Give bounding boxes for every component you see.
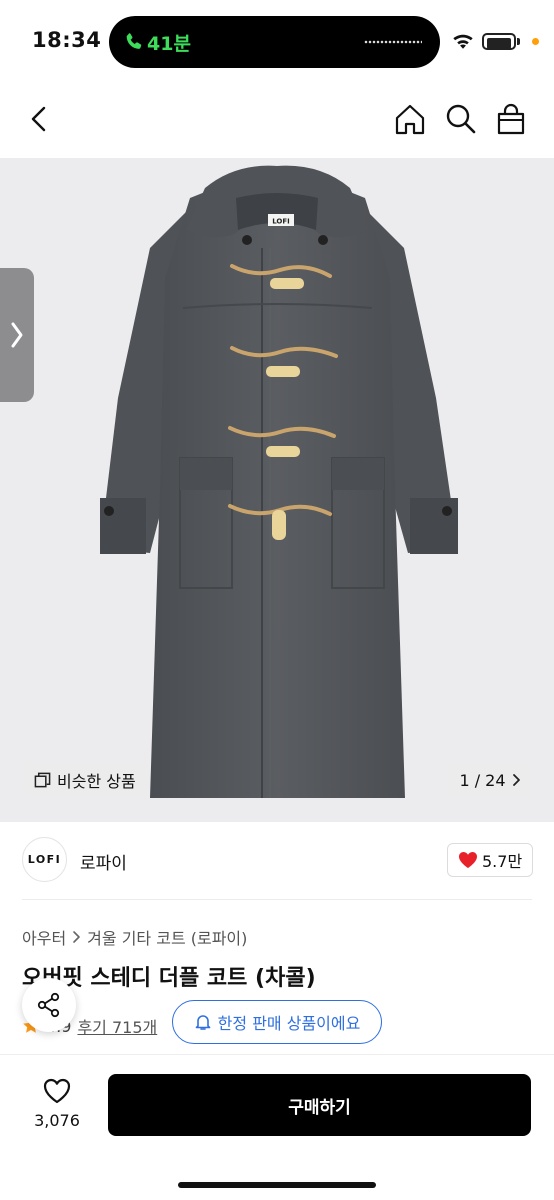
side-panel-tab[interactable]	[0, 268, 34, 402]
chevron-right-icon	[11, 322, 23, 348]
shopping-bag-icon[interactable]	[494, 102, 528, 136]
chevron-right-icon	[512, 774, 520, 786]
chevron-left-icon[interactable]	[22, 102, 56, 136]
home-icon[interactable]	[393, 102, 427, 136]
audio-wave-indicator	[364, 40, 422, 44]
similar-products-button[interactable]: 비슷한 상품	[24, 763, 148, 797]
bell-icon	[195, 1015, 210, 1030]
product-image-gallery[interactable]: LOFI 비슷한 상품 1 / 24	[0, 158, 554, 822]
buy-button[interactable]: 구매하기	[108, 1074, 531, 1136]
garment-label-tag: LOFI	[272, 218, 290, 226]
duffle-coat-photo: LOFI	[100, 165, 458, 798]
review-count-link[interactable]: 후기 715개	[77, 1014, 157, 1038]
limited-edition-badge[interactable]: 한정 판매 상품이에요	[172, 1000, 382, 1044]
wishlist-button[interactable]: 3,076	[22, 1073, 92, 1143]
heart-outline-icon	[43, 1078, 71, 1104]
breadcrumb-category[interactable]: 아우터	[22, 925, 66, 949]
wishlist-count: 3,076	[34, 1111, 80, 1130]
similar-items-icon	[34, 772, 51, 787]
similar-products-label: 비슷한 상품	[57, 772, 136, 791]
shop-like-count: 5.7만	[482, 852, 523, 871]
breadcrumb: 아우터 겨울 기타 코트 (로파이)	[22, 925, 247, 949]
phone-icon	[126, 33, 142, 49]
shop-logo[interactable]: LOFI	[22, 837, 67, 882]
wifi-icon	[453, 34, 473, 49]
limited-edition-label: 한정 판매 상품이에요	[217, 1014, 361, 1033]
search-icon[interactable]	[444, 102, 478, 136]
status-bar: 18:34 41분	[0, 0, 554, 82]
top-nav-bar	[0, 82, 554, 158]
dynamic-island[interactable]: 41분	[109, 16, 440, 68]
bottom-action-bar: 3,076 구매하기	[0, 1054, 554, 1200]
heart-filled-icon	[459, 852, 477, 868]
breadcrumb-subcategory[interactable]: 겨울 기타 코트 (로파이)	[87, 925, 247, 949]
shop-name[interactable]: 로파이	[80, 849, 127, 874]
status-time: 18:34	[32, 28, 102, 52]
page-counter-text: 1 / 24	[459, 770, 506, 790]
battery-icon	[482, 33, 520, 51]
chevron-right-icon	[73, 931, 80, 943]
shop-like-button[interactable]: 5.7만	[447, 843, 534, 877]
call-duration: 41분	[147, 33, 191, 55]
image-page-counter[interactable]: 1 / 24	[449, 763, 531, 797]
home-indicator[interactable]	[178, 1182, 376, 1188]
shop-row[interactable]: LOFI 로파이 5.7만	[0, 822, 554, 900]
share-button[interactable]	[22, 978, 76, 1032]
privacy-indicator	[532, 38, 539, 45]
share-icon	[37, 992, 60, 1018]
section-divider	[22, 899, 532, 900]
